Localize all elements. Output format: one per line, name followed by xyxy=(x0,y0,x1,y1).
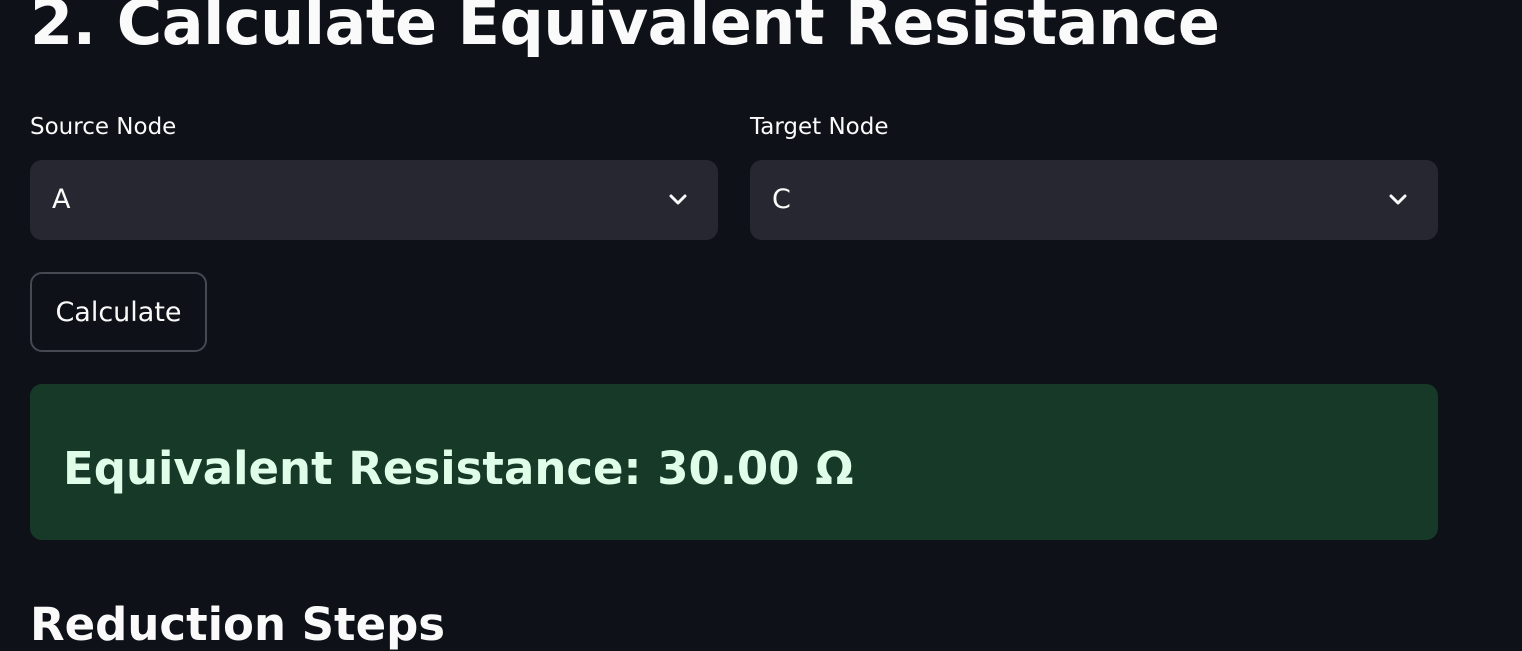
source-node-select[interactable]: A xyxy=(30,160,718,240)
reduction-steps-title: Reduction Steps xyxy=(30,598,446,651)
target-node-select[interactable]: C xyxy=(750,160,1438,240)
target-node-value: C xyxy=(772,184,791,215)
result-success-box: Equivalent Resistance: 30.00 Ω xyxy=(30,384,1438,540)
chevron-down-icon xyxy=(669,194,687,205)
section-title: 2. Calculate Equivalent Resistance xyxy=(30,0,1220,59)
calculate-button[interactable]: Calculate xyxy=(30,272,207,352)
target-node-label: Target Node xyxy=(750,114,889,140)
chevron-down-icon xyxy=(1389,194,1407,205)
equivalent-resistance-result: Equivalent Resistance: 30.00 Ω xyxy=(63,442,854,495)
source-node-value: A xyxy=(52,184,71,215)
source-node-label: Source Node xyxy=(30,114,177,140)
